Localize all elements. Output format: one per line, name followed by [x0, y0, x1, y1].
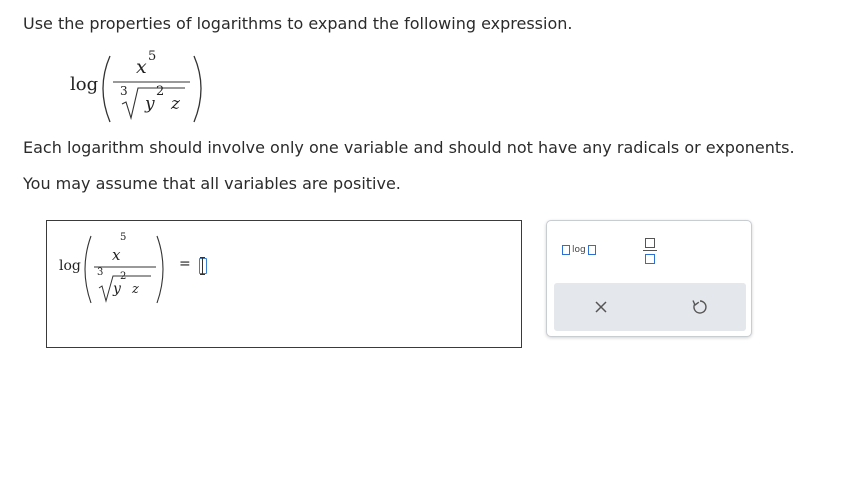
answer-input-area[interactable]: log x 5 3 2 y z =: [46, 220, 522, 348]
insert-fraction-button[interactable]: [643, 236, 657, 266]
fraction-bar-icon: [643, 250, 657, 252]
log-button-label: log: [572, 245, 586, 255]
log-argument-slot-icon: [587, 245, 596, 255]
text-cursor: [199, 257, 205, 275]
log-function-label: log: [70, 74, 99, 95]
undo-button[interactable]: [688, 296, 710, 318]
answer-brackets-and-radical: [84, 235, 164, 304]
question-expression: log x 5 3 y 2 z: [70, 49, 210, 127]
toolbar-action-row: [554, 283, 746, 331]
radicand-base: y: [145, 94, 155, 114]
fraction-denominator-slot-icon: [645, 254, 655, 264]
answer-radicand-factor: z: [132, 282, 139, 297]
answer-radicand-base: y: [113, 281, 121, 297]
insert-log-button[interactable]: log: [562, 242, 596, 258]
root-index: 3: [120, 84, 128, 98]
answer-expression: log x 5 3 2 y z =: [59, 231, 239, 311]
radicand-factor: z: [171, 94, 180, 114]
fraction-numerator-slot-icon: [645, 238, 655, 248]
math-toolbar: log: [546, 220, 752, 337]
answer-numerator-base: x: [112, 246, 121, 264]
question-instruction: Use the properties of logarithms to expa…: [23, 14, 573, 33]
question-note-positive: You may assume that all variables are po…: [23, 174, 401, 193]
equals-sign: =: [179, 256, 191, 272]
answer-root-index: 3: [97, 267, 104, 278]
answer-numerator-exponent: 5: [120, 232, 127, 243]
numerator-base: x: [136, 56, 147, 78]
question-note-variables: Each logarithm should involve only one v…: [23, 138, 795, 157]
undo-icon: [692, 300, 707, 314]
log-base-slot-icon: [562, 245, 570, 255]
numerator-exponent: 5: [148, 49, 157, 64]
answer-input-slot[interactable]: [199, 258, 207, 274]
clear-button[interactable]: [590, 296, 612, 318]
close-icon: [595, 301, 607, 313]
answer-log-label: log: [59, 258, 81, 274]
radicand-exponent: 2: [156, 84, 165, 99]
